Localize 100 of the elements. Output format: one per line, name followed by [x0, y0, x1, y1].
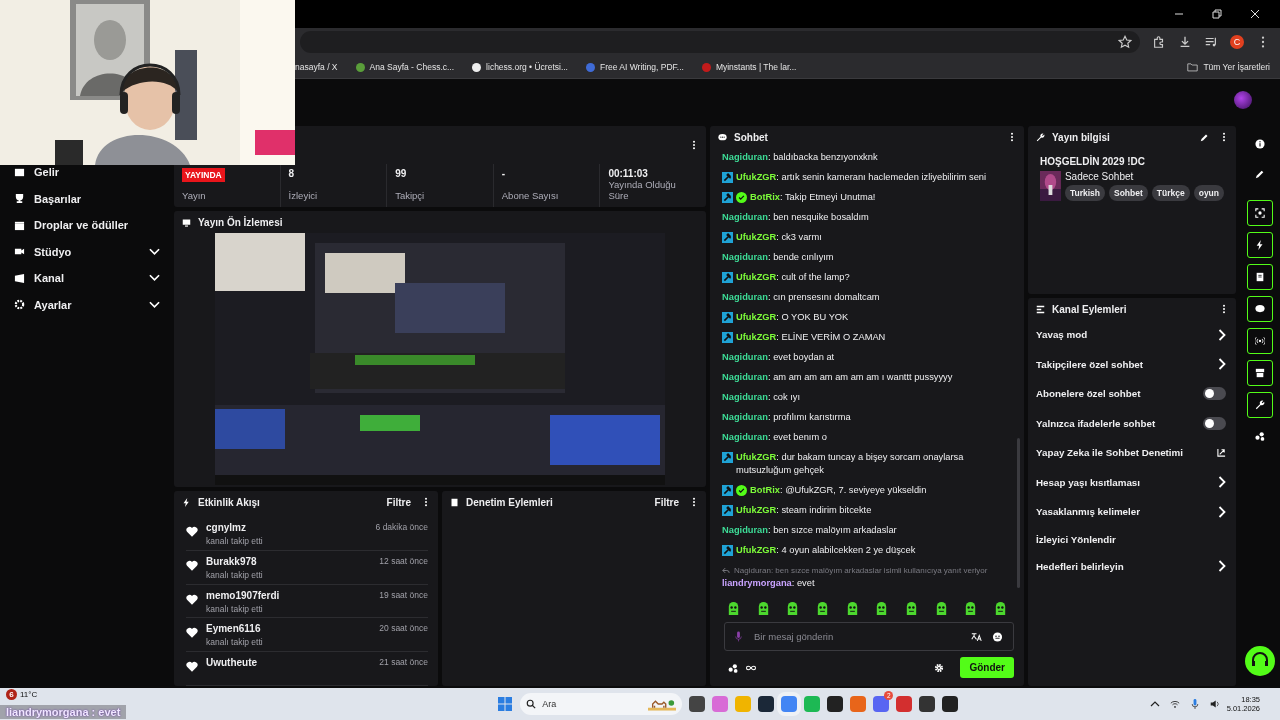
- chevron-right-icon[interactable]: [1218, 560, 1226, 573]
- sidebar-item[interactable]: Stüdyo: [4, 242, 170, 261]
- category-name[interactable]: Sadece Sohbet: [1064, 171, 1224, 182]
- broadcast-icon[interactable]: [1255, 336, 1265, 346]
- bookmark[interactable]: Myinstants | The lar...: [701, 62, 797, 72]
- restore-icon[interactable]: [1212, 9, 1222, 19]
- action-label[interactable]: Yavaş mod: [1036, 329, 1218, 341]
- chevron-right-icon[interactable]: [1218, 358, 1226, 371]
- action-label[interactable]: Hesap yaşı kısıtlaması: [1036, 476, 1218, 488]
- more-icon[interactable]: [424, 497, 428, 507]
- chat-message: liandrymorgana: evet: [722, 577, 815, 590]
- bookmark-folder[interactable]: Tüm Yer İşaretleri: [1187, 62, 1270, 72]
- chevron-right-icon[interactable]: [1218, 476, 1226, 489]
- bookmark[interactable]: Free AI Writing, PDF...: [585, 62, 684, 72]
- chat-message: UfukZGR: O YOK BU YOK: [736, 311, 849, 324]
- tag[interactable]: Türkçe: [1151, 185, 1190, 201]
- toggle-switch[interactable]: [1203, 387, 1226, 401]
- message-field[interactable]: Bir mesaj gönderin: [724, 622, 1014, 651]
- reply-context: Nagiduran: ben sızce malöyım arkadaslar isimli kullanıcıya yanıt veriyor: [734, 566, 988, 575]
- more-icon[interactable]: [1222, 304, 1226, 314]
- moderator-badge-icon: [722, 331, 733, 343]
- frame-icon[interactable]: [1255, 208, 1265, 218]
- settings-icon[interactable]: [933, 662, 946, 673]
- wrench-icon[interactable]: [1255, 400, 1265, 410]
- translate-icon[interactable]: [971, 631, 982, 642]
- more-icon[interactable]: [1222, 132, 1226, 142]
- headset-button[interactable]: [1245, 646, 1275, 676]
- weather-text[interactable]: 11°C: [20, 690, 38, 699]
- taskbar-search[interactable]: Ara: [520, 693, 683, 715]
- action-label[interactable]: Hedefleri belirleyin: [1036, 560, 1218, 572]
- chat-overlay-text: liandrymorgana : evet: [0, 705, 127, 719]
- chat-message: Nagiduran: bende cınlıyım: [722, 251, 834, 264]
- tag[interactable]: Turkish: [1064, 185, 1105, 201]
- dots-icon[interactable]: [1255, 431, 1265, 441]
- wifi-icon[interactable]: [1169, 699, 1180, 709]
- chevron-right-icon[interactable]: [1218, 328, 1226, 341]
- pencil-icon[interactable]: [1200, 132, 1209, 142]
- chat-message: BotRix: @UfukZGR, 7. seviyeye yükseldin: [750, 484, 927, 497]
- bookmark[interactable]: Ana Sayfa - Chess.c...: [355, 62, 455, 72]
- info-icon[interactable]: [1255, 139, 1265, 149]
- chat-message: UfukZGR: cult of the lamp?: [736, 271, 850, 284]
- sidebar-item[interactable]: Kanal: [4, 269, 170, 287]
- emote-icon[interactable]: [726, 601, 741, 616]
- action-label[interactable]: İzleyici Yönlendir: [1036, 533, 1226, 545]
- chevron-right-icon[interactable]: [1218, 505, 1226, 518]
- tag[interactable]: oyun: [1193, 185, 1224, 201]
- lightning-icon[interactable]: [1255, 240, 1265, 250]
- download-icon[interactable]: [1178, 35, 1192, 49]
- message-input[interactable]: Bir mesaj gönderin: [752, 630, 961, 643]
- microphone-icon[interactable]: [735, 631, 742, 642]
- stream-title: HOŞGELDİN 2029 !DC: [1039, 154, 1147, 169]
- sidebar-item[interactable]: Gelir: [4, 163, 170, 181]
- dots-icon[interactable]: [728, 662, 740, 673]
- star-icon[interactable]: [1118, 35, 1132, 49]
- chevron-down-icon: [149, 247, 160, 256]
- more-icon[interactable]: [1010, 132, 1014, 142]
- microphone-icon[interactable]: [1189, 699, 1200, 709]
- pencil-icon[interactable]: [1255, 169, 1265, 179]
- event-action: kanalı takip etti: [206, 536, 264, 546]
- site-icon: [701, 62, 711, 72]
- sidebar-item[interactable]: Droplar ve ödüller: [4, 216, 170, 234]
- emoji-icon[interactable]: [992, 631, 1003, 642]
- site-icon: [472, 62, 482, 72]
- media-icon[interactable]: [1204, 35, 1218, 49]
- chevron-up-icon[interactable]: [1149, 699, 1160, 709]
- tag[interactable]: Sohbet: [1109, 185, 1148, 201]
- site-icon: [355, 62, 365, 72]
- action-label[interactable]: Takipçilere özel sohbet: [1036, 358, 1218, 370]
- speaker-icon[interactable]: [1209, 699, 1220, 709]
- sidebar-item[interactable]: Ayarlar: [4, 295, 170, 314]
- more-icon[interactable]: [692, 140, 696, 150]
- action-label[interactable]: Yalnızca ifadelerle sohbet: [1036, 417, 1203, 429]
- document-icon[interactable]: [1255, 272, 1265, 282]
- moderator-badge-icon: [722, 231, 733, 243]
- more-icon[interactable]: [692, 497, 696, 507]
- send-button[interactable]: Gönder: [960, 657, 1014, 678]
- heart-icon: [186, 661, 198, 673]
- action-label[interactable]: Yasaklanmış kelimeler: [1036, 506, 1218, 518]
- user-avatar[interactable]: [1234, 90, 1252, 109]
- action-label[interactable]: Abonelere özel sohbet: [1036, 388, 1203, 400]
- sidebar-item[interactable]: Başarılar: [4, 189, 170, 208]
- puzzle-icon[interactable]: [1152, 35, 1166, 49]
- chat-icon: [718, 132, 727, 142]
- event-time: 20 saat önce: [379, 623, 428, 634]
- toggle-switch[interactable]: [1203, 416, 1226, 430]
- chat-message: Nagiduran: evet benım o: [722, 431, 827, 444]
- close-icon[interactable]: [1250, 9, 1260, 19]
- chat-icon[interactable]: [1255, 304, 1265, 314]
- action-label[interactable]: Yapay Zeka ile Sohbet Denetimi: [1036, 447, 1217, 459]
- camel-icon: [648, 697, 677, 711]
- bookmark[interactable]: lichess.org • Ücretsi...: [472, 62, 568, 72]
- stat-value: -: [501, 168, 507, 179]
- chat-message: Nagiduran: ben sızce malöyım arkadaslar: [722, 524, 897, 537]
- filter-button[interactable]: Filtre: [654, 496, 679, 508]
- filter-button[interactable]: Filtre: [386, 496, 411, 508]
- bookmark[interactable]: nasayfa / X: [295, 62, 338, 72]
- profile-avatar[interactable]: C: [1230, 35, 1244, 49]
- external-link-icon[interactable]: [1217, 448, 1226, 458]
- event-time: 21 saat önce: [379, 657, 428, 668]
- windows-icon[interactable]: [497, 696, 514, 712]
